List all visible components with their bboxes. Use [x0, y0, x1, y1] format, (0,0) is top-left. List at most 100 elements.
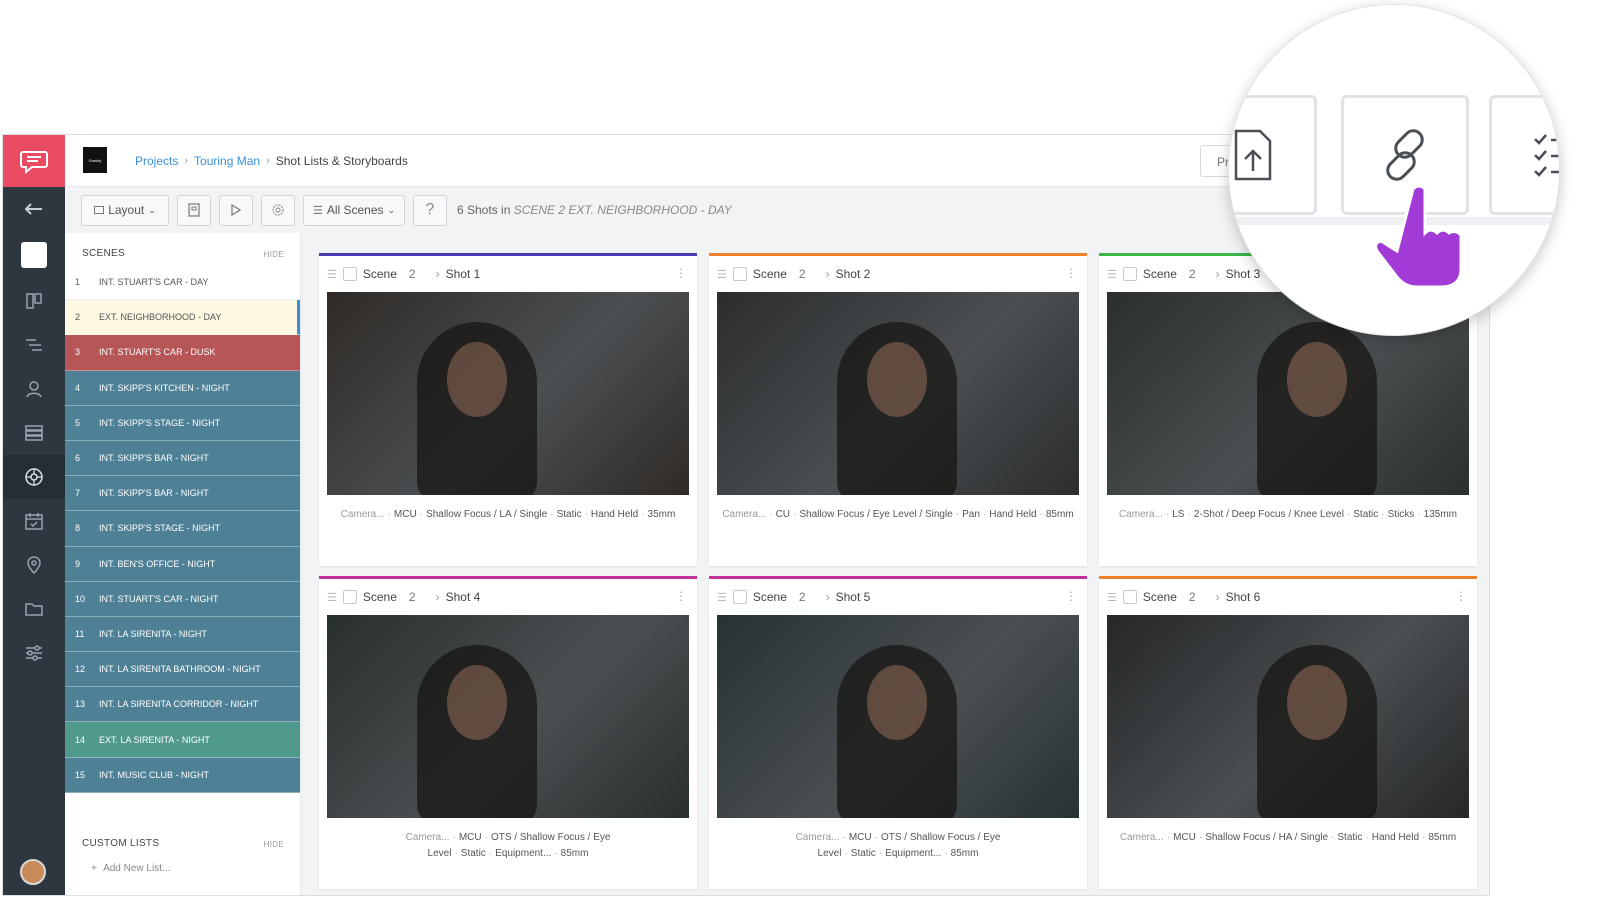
avatar[interactable]	[20, 859, 46, 885]
shot-label[interactable]: Shot 5	[836, 590, 871, 604]
breadcrumb-project[interactable]: Touring Man	[194, 154, 260, 168]
chevron-right-icon: ›	[825, 267, 830, 281]
chevron-right-icon: ›	[266, 155, 270, 167]
shot-label[interactable]: Shot 1	[446, 267, 481, 281]
shot-card[interactable]: ☰ Scene 2 › Shot 6 ⋮ Camera... · MCU · Shallow Foc…	[1099, 576, 1477, 889]
more-options-icon[interactable]: ⋮	[1455, 589, 1467, 603]
app-logo[interactable]	[3, 135, 65, 187]
drag-handle-icon[interactable]: ☰	[717, 591, 727, 604]
drag-handle-icon[interactable]: ☰	[717, 268, 727, 281]
shot-label[interactable]: Shot 4	[446, 590, 481, 604]
nav-shotlist[interactable]	[3, 455, 65, 499]
shot-card-header: ☰ Scene 2 › Shot 2 ⋮	[709, 256, 1087, 292]
nav-project[interactable]	[3, 231, 65, 279]
shot-image[interactable]	[1107, 615, 1469, 818]
breadcrumb-projects[interactable]: Projects	[135, 154, 178, 168]
nav-schedule[interactable]	[3, 323, 65, 367]
hide-scenes-button[interactable]: HIDE	[264, 250, 284, 259]
drag-handle-icon[interactable]: ☰	[1107, 268, 1117, 281]
scene-row[interactable]: 4 INT. SKIPP'S KITCHEN - NIGHT	[65, 370, 300, 406]
shot-checkbox[interactable]	[732, 267, 747, 281]
nav-locations[interactable]	[3, 543, 65, 587]
drag-handle-icon[interactable]: ☰	[327, 591, 337, 604]
scene-row[interactable]: 11 INT. LA SIRENITA - NIGHT	[65, 616, 300, 653]
hide-custom-lists-button[interactable]: HIDE	[264, 840, 284, 849]
shot-label[interactable]: Shot 2	[836, 267, 871, 281]
shot-spec: Static	[460, 848, 486, 859]
shot-checkbox[interactable]	[1122, 590, 1137, 604]
separator-dot: ·	[878, 848, 883, 859]
shot-checkbox[interactable]	[342, 267, 357, 281]
checklist-button[interactable]	[1489, 95, 1559, 215]
more-options-icon[interactable]: ⋮	[675, 589, 687, 603]
scene-row[interactable]: 3 INT. STUART'S CAR - DUSK	[65, 335, 300, 371]
layout-dropdown[interactable]: Layout ⌄	[81, 194, 169, 226]
back-button[interactable]	[3, 187, 65, 231]
scene-row[interactable]: 12 INT. LA SIRENITA BATHROOM - NIGHT	[65, 652, 300, 688]
shot-checkbox[interactable]	[342, 590, 357, 604]
scene-name: INT. LA SIRENITA CORRIDOR - NIGHT	[99, 699, 259, 710]
separator-dot: ·	[1198, 832, 1203, 843]
scene-row[interactable]: 15 INT. MUSIC CLUB - NIGHT	[65, 757, 300, 793]
scenes-filter-dropdown[interactable]: ☰ All Scenes ⌄	[303, 194, 405, 226]
shot-count-scene: SCENE 2 EXT. NEIGHBORHOOD - DAY	[513, 203, 732, 217]
nav-board[interactable]	[3, 279, 65, 323]
scene-row[interactable]: 2 EXT. NEIGHBORHOOD - DAY	[65, 300, 300, 336]
shot-card[interactable]: ☰ Scene 2 › Shot 5 ⋮ Camera... · MCU · OTS / Shall…	[709, 576, 1087, 889]
nav-cast[interactable]	[3, 367, 65, 411]
shot-label[interactable]: Shot 6	[1226, 590, 1261, 604]
shot-spec: Hand Held	[1371, 832, 1420, 843]
shot-label[interactable]: Shot 3	[1226, 267, 1261, 281]
drag-handle-icon[interactable]: ☰	[327, 268, 337, 281]
drag-handle-icon[interactable]: ☰	[1107, 591, 1117, 604]
scene-number: 10	[75, 593, 86, 604]
chevron-right-icon: ›	[184, 155, 189, 167]
shot-image[interactable]	[327, 292, 689, 495]
custom-lists-section: CUSTOM LISTS HIDE + Add New List...	[65, 823, 300, 874]
separator-dot: ·	[387, 509, 391, 520]
scene-row[interactable]: 14 EXT. LA SIRENITA - NIGHT	[65, 722, 300, 758]
scene-label: Scene	[1142, 267, 1177, 281]
shot-spec: Shallow Focus / LA / Single	[426, 509, 548, 520]
shot-checkbox[interactable]	[732, 590, 747, 604]
nav-calendar[interactable]	[3, 499, 65, 543]
shot-card[interactable]: ☰ Scene 2 › Shot 2 ⋮ Camera... · CU · Shallow Focu…	[709, 253, 1087, 566]
add-new-list-button[interactable]: + Add New List...	[65, 855, 300, 874]
play-button[interactable]	[219, 194, 253, 226]
separator-dot: ·	[584, 509, 588, 520]
shot-card[interactable]: ☰ Scene 2 › Shot 4 ⋮ Camera... · MCU · OTS / Shall…	[319, 576, 697, 889]
shot-image[interactable]	[717, 292, 1079, 495]
separator-dot: ·	[1039, 509, 1043, 520]
project-thumbnail[interactable]: Gravity	[83, 147, 107, 173]
shot-card[interactable]: ☰ Scene 2 › Shot 1 ⋮ Camera... · MCU · Shallow Foc…	[319, 253, 697, 566]
nav-files[interactable]	[3, 587, 65, 631]
more-options-icon[interactable]: ⋮	[1065, 266, 1077, 280]
location-icon	[27, 556, 41, 574]
shot-specs: Camera... · MCU · OTS / Shallow Focus / Eye …	[709, 818, 1087, 872]
settings-button[interactable]	[261, 194, 295, 226]
shot-image[interactable]	[327, 615, 689, 818]
help-button[interactable]: ?	[413, 194, 447, 226]
nav-settings[interactable]	[3, 631, 65, 675]
scene-row[interactable]: 6 INT. SKIPP'S BAR - NIGHT	[65, 440, 300, 477]
add-new-list-label: Add New List...	[103, 863, 171, 874]
scene-row[interactable]: 7 INT. SKIPP'S BAR - NIGHT	[65, 476, 300, 512]
scene-row[interactable]: 13 INT. LA SIRENITA CORRIDOR - NIGHT	[65, 687, 300, 723]
scene-row[interactable]: 9 INT. BEN'S OFFICE - NIGHT	[65, 546, 300, 582]
shot-spec: Static	[850, 848, 876, 859]
export-button[interactable]	[1229, 95, 1317, 215]
scene-row[interactable]: 8 INT. SKIPP'S STAGE - NIGHT	[65, 511, 300, 547]
scene-number: 8	[75, 523, 81, 534]
scene-row[interactable]: 5 INT. SKIPP'S STAGE - NIGHT	[65, 405, 300, 441]
scene-row[interactable]: 1 INT. STUART'S CAR - DAY	[65, 265, 300, 301]
camera-label: Camera...	[1119, 509, 1163, 520]
camera-label: Camera...	[722, 509, 767, 520]
shot-image[interactable]	[717, 615, 1079, 818]
more-options-icon[interactable]: ⋮	[675, 266, 687, 280]
shot-spec: 2-Shot / Deep Focus / Knee Level	[1193, 509, 1344, 520]
nav-stripboard[interactable]	[3, 411, 65, 455]
storyboard-view-button[interactable]	[177, 194, 211, 226]
more-options-icon[interactable]: ⋮	[1065, 589, 1077, 603]
shot-checkbox[interactable]	[1122, 267, 1137, 281]
scene-row[interactable]: 10 INT. STUART'S CAR - NIGHT	[65, 581, 300, 617]
